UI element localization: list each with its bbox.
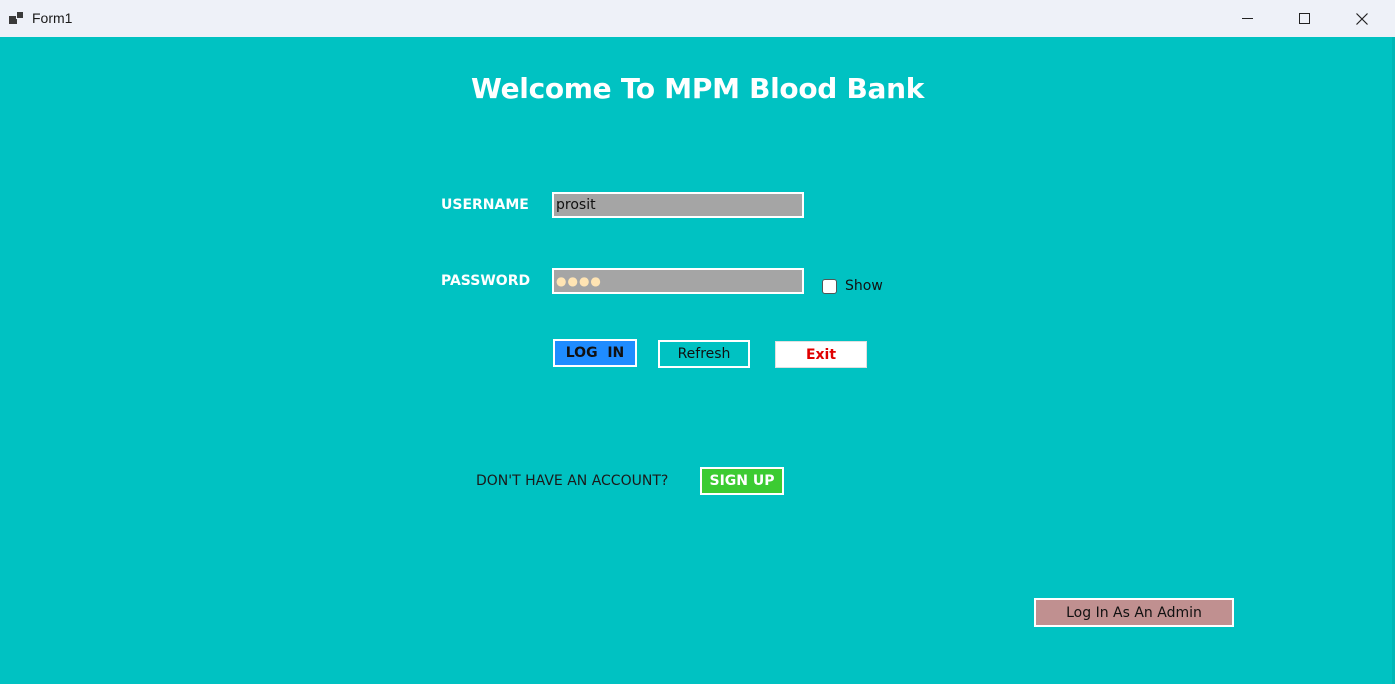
close-icon	[1356, 12, 1368, 25]
exit-button[interactable]: Exit	[775, 341, 867, 368]
admin-login-button[interactable]: Log In As An Admin	[1034, 598, 1234, 627]
show-password-label: Show	[845, 278, 883, 294]
maximize-button[interactable]	[1275, 0, 1333, 37]
signup-button[interactable]: SIGN UP	[700, 467, 784, 495]
minimize-button[interactable]	[1218, 0, 1276, 37]
show-password-checkbox[interactable]	[822, 278, 837, 294]
page-title: Welcome To MPM Blood Bank	[471, 72, 925, 105]
window-title: Form1	[32, 10, 73, 26]
password-input[interactable]: ●●●●	[552, 268, 804, 294]
signup-prompt: DON'T HAVE AN ACCOUNT?	[476, 473, 669, 489]
username-input[interactable]: prosit	[552, 192, 804, 218]
show-password-toggle[interactable]: Show	[822, 278, 883, 294]
close-button[interactable]	[1333, 0, 1391, 37]
app-icon	[9, 11, 25, 25]
username-label: USERNAME	[441, 197, 529, 213]
refresh-button[interactable]: Refresh	[658, 340, 750, 368]
minimize-icon	[1241, 18, 1253, 19]
login-button[interactable]: LOG IN	[553, 339, 637, 367]
maximize-icon	[1298, 13, 1310, 24]
password-label: PASSWORD	[441, 273, 531, 289]
title-bar: Form1	[0, 0, 1395, 37]
